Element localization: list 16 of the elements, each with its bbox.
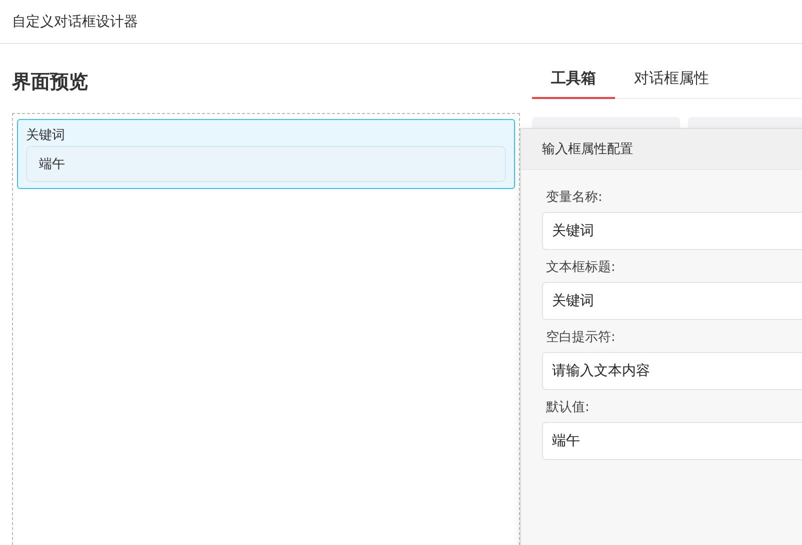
preview-title: 界面预览: [12, 70, 89, 95]
input-field[interactable]: 端午: [542, 422, 802, 460]
tab[interactable]: 工具箱: [532, 69, 615, 99]
input-field[interactable]: 关键词: [542, 282, 802, 320]
tab[interactable]: 对话框属性: [615, 69, 728, 99]
field-label: 关键词: [26, 127, 66, 144]
input-field[interactable]: 端午: [26, 146, 506, 182]
popover-title: 输入框属性配置: [521, 129, 802, 170]
window-title: 自定义对话框设计器: [12, 12, 138, 30]
form-field-item[interactable]: 关键词 端午: [17, 119, 515, 189]
input-field[interactable]: 关键词: [542, 212, 802, 250]
field-label: 默认值:: [546, 399, 590, 416]
field-label: 变量名称:: [546, 189, 604, 206]
field-label: 文本框标题:: [546, 259, 616, 276]
input-field[interactable]: 请输入文本内容: [542, 352, 802, 390]
field-label: 空白提示符:: [546, 329, 616, 346]
